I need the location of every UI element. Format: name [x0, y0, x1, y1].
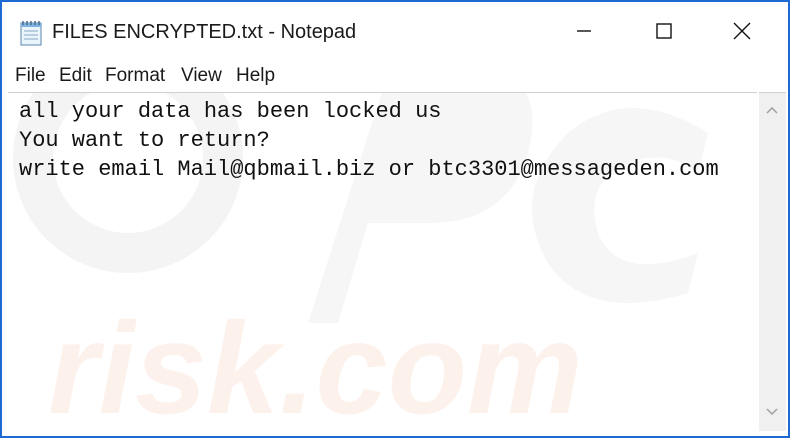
minimize-icon [576, 23, 592, 44]
vertical-scrollbar[interactable] [759, 92, 786, 431]
text-editor-area[interactable]: risk.com all your data has been locked u… [8, 92, 757, 431]
menu-format[interactable]: Format [105, 65, 165, 87]
maximize-icon [656, 22, 672, 44]
close-button[interactable] [712, 10, 772, 56]
watermark-text: risk.com [48, 295, 583, 431]
maximize-button[interactable] [634, 10, 694, 56]
document-line-3: write email Mail@qbmail.biz or btc3301@m… [19, 157, 719, 182]
close-icon [733, 22, 751, 45]
notepad-window: FILES ENCRYPTED.txt - Notepad File Edit … [0, 0, 790, 438]
window-title: FILES ENCRYPTED.txt - Notepad [52, 21, 357, 43]
menu-edit[interactable]: Edit [59, 65, 92, 87]
scroll-up-arrow-icon[interactable] [766, 101, 778, 119]
scroll-down-arrow-icon[interactable] [766, 403, 778, 421]
notepad-icon [20, 20, 42, 46]
document-line-2: You want to return? [19, 128, 270, 153]
document-line-1: all your data has been locked us [19, 99, 442, 124]
menu-bar: File Edit Format View Help [2, 62, 788, 90]
menu-view[interactable]: View [181, 65, 222, 87]
minimize-button[interactable] [554, 10, 614, 56]
menu-help[interactable]: Help [236, 65, 275, 87]
title-bar[interactable]: FILES ENCRYPTED.txt - Notepad [2, 2, 788, 62]
menu-file[interactable]: File [15, 65, 46, 87]
